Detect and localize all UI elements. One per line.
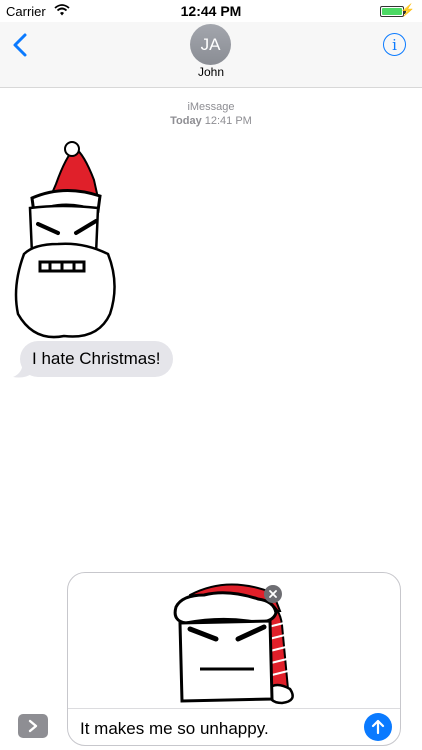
grumpy-santa-hat-sticker[interactable]: [168, 577, 303, 705]
contact-avatar[interactable]: JA: [190, 24, 231, 65]
chevron-right-icon: [28, 719, 38, 733]
chevron-left-icon[interactable]: [10, 32, 32, 58]
arrow-up-icon: [371, 719, 385, 735]
send-button[interactable]: [364, 713, 392, 741]
info-icon[interactable]: i: [383, 33, 406, 56]
message-compose-field[interactable]: It makes me so unhappy.: [67, 572, 401, 746]
message-timestamp: Today 12:41 PM: [0, 115, 422, 127]
message-bubble[interactable]: I hate Christmas!: [20, 341, 173, 377]
compose-text-input[interactable]: It makes me so unhappy.: [80, 719, 269, 739]
timestamp-day: Today: [170, 115, 202, 127]
remove-sticker-button[interactable]: [264, 585, 282, 603]
contact-initials: JA: [200, 34, 221, 54]
conversation-header: JA John i: [0, 22, 422, 88]
contact-name[interactable]: John: [0, 65, 422, 79]
compose-divider: [68, 708, 400, 709]
close-icon: [269, 590, 277, 598]
apps-drawer-button[interactable]: [18, 714, 48, 738]
timestamp-time: 12:41 PM: [204, 115, 252, 127]
status-bar: Carrier 12:44 PM ⚡: [0, 0, 422, 22]
service-label: iMessage: [187, 101, 235, 113]
message-text: I hate Christmas!: [32, 349, 161, 368]
status-time: 12:44 PM: [180, 3, 242, 19]
charging-bolt-icon: ⚡: [400, 3, 415, 17]
info-icon-glyph: i: [392, 35, 397, 54]
santa-beard-sticker[interactable]: [12, 136, 124, 342]
